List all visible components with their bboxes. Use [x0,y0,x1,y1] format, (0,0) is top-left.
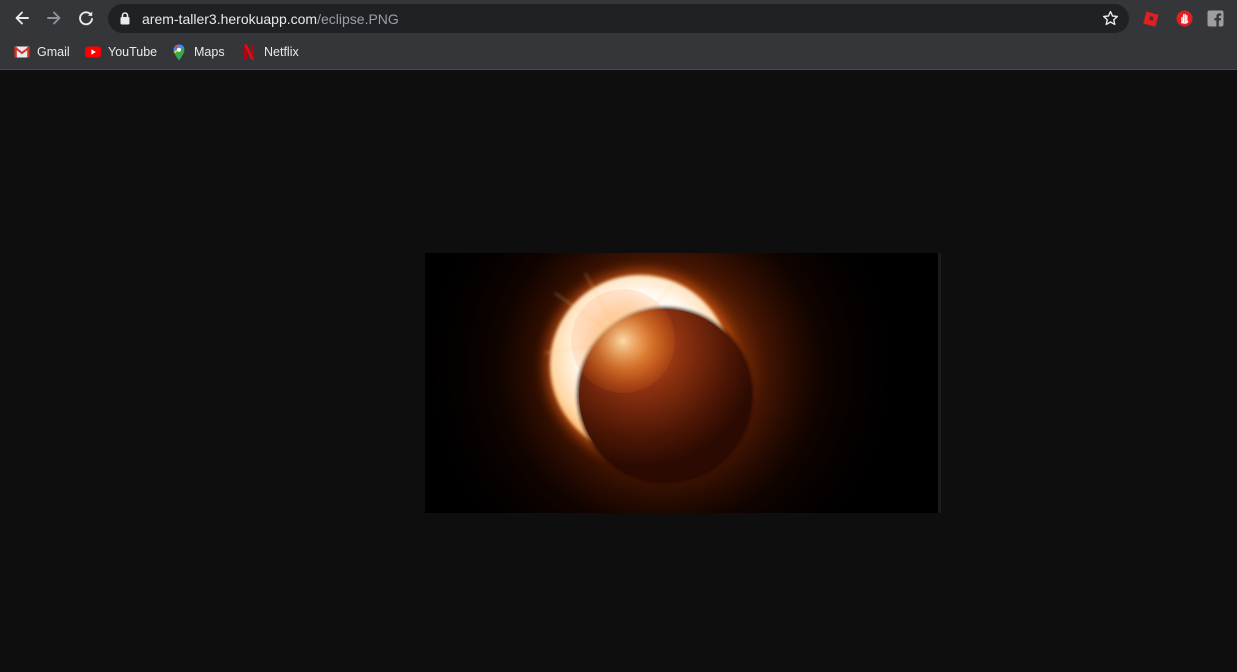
bookmark-youtube[interactable]: YouTube [85,42,157,62]
browser-chrome: arem-taller3.herokuapp.com/eclipse.PNG G… [0,0,1237,70]
bookmark-gmail[interactable]: Gmail [14,42,70,62]
facebook-icon[interactable] [1207,10,1224,27]
browser-toolbar: arem-taller3.herokuapp.com/eclipse.PNG [0,0,1237,38]
netflix-icon [241,44,257,60]
bookmark-maps[interactable]: Maps [171,42,225,62]
maps-icon [171,44,187,60]
url-text: arem-taller3.herokuapp.com/eclipse.PNG [142,11,399,27]
bookmark-netflix[interactable]: Netflix [241,42,299,62]
bookmark-label: Gmail [37,45,70,59]
gmail-icon [14,44,30,60]
url-host: arem-taller3.herokuapp.com [142,11,318,27]
lock-icon [120,12,130,30]
address-bar[interactable]: arem-taller3.herokuapp.com/eclipse.PNG [108,4,1129,33]
arrow-left-icon [15,11,29,25]
arrow-right-icon [47,11,61,25]
youtube-icon [85,44,101,60]
roblox-icon[interactable] [1143,10,1160,27]
bookmark-label: Netflix [264,45,299,59]
reload-icon [79,11,93,26]
back-button[interactable] [8,4,36,32]
bookmark-label: YouTube [108,45,158,59]
stop-hand-icon[interactable] [1176,10,1193,27]
reload-button[interactable] [72,4,100,32]
page-viewport [0,70,1237,672]
bookmarks-bar: Gmail YouTube Maps Netflix [0,38,1237,66]
url-path: /eclipse.PNG [317,11,399,27]
bookmark-star-icon[interactable] [1102,10,1119,32]
forward-button[interactable] [40,4,68,32]
bookmark-label: Maps [194,45,225,59]
eclipse-image[interactable] [425,253,941,513]
